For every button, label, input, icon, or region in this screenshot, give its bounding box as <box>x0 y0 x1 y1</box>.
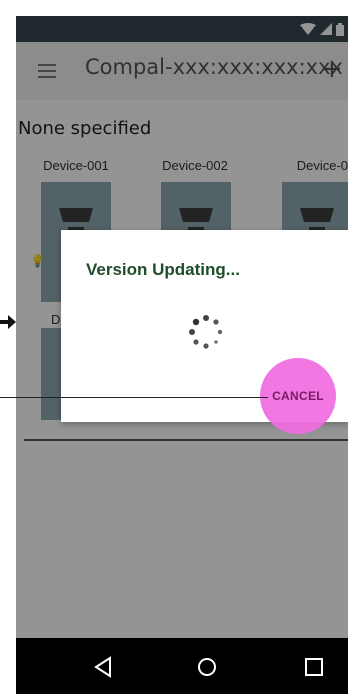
recents-icon[interactable] <box>302 656 326 678</box>
spinner-icon <box>189 315 223 349</box>
dialog-title: Version Updating... <box>86 260 240 279</box>
cancel-button[interactable]: CANCEL <box>260 358 336 434</box>
pointer-arrow-icon <box>0 315 16 329</box>
pointer-line <box>0 397 268 398</box>
navigation-bar <box>16 638 348 694</box>
back-icon[interactable] <box>92 656 116 678</box>
home-icon[interactable] <box>195 656 219 678</box>
